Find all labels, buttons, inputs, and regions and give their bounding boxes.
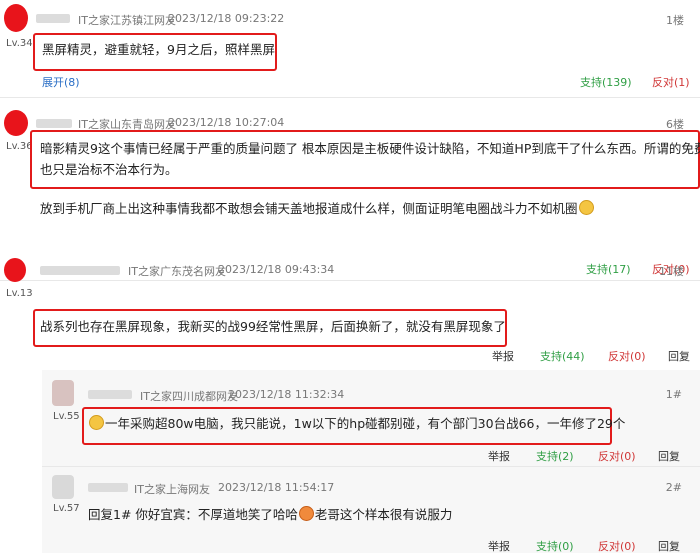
username-blurred[interactable] <box>88 390 132 399</box>
reply-location: IT之家上海网友 <box>134 483 210 496</box>
comment-time: 2023/12/18 10:27:04 <box>168 116 285 129</box>
username-blurred[interactable] <box>88 483 128 492</box>
reply-text: 一年采购超80w电脑，我只能说，1w以下的hp碰都别碰，有个部门30台战66，一… <box>105 416 626 431</box>
reply-floor: 2# <box>665 481 682 494</box>
reply-text-prefix: 回复1# 你好宜宾：不厚道地笑了哈哈 <box>88 507 298 522</box>
oppose-button[interactable]: 反对(0) <box>608 348 646 364</box>
user-level: Lv.34 <box>6 38 33 49</box>
username-blurred[interactable] <box>36 119 72 128</box>
reply-floor: 1# <box>665 388 682 401</box>
reply-text-row: 一年采购超80w电脑，我只能说，1w以下的hp碰都别碰，有个部门30台战66，一… <box>88 414 625 434</box>
username-blurred[interactable] <box>40 266 120 275</box>
floor-number: 1楼 <box>666 14 684 27</box>
support-button[interactable]: 支持(17) <box>586 261 631 277</box>
oppose-button[interactable]: 反对(0) <box>598 538 636 554</box>
avatar[interactable] <box>4 258 26 282</box>
user-level: Lv.36 <box>6 141 33 152</box>
reply-button[interactable]: 回复 <box>668 348 690 364</box>
avatar[interactable] <box>52 380 74 406</box>
comment-text-line1: 暗影精灵9这个事情已经属于严重的质量问题了 根本原因是主板硬件设计缺陷，不知道H… <box>40 141 700 156</box>
expand-replies-link[interactable]: 展开(8) <box>42 74 80 90</box>
user-level: Lv.57 <box>53 503 80 514</box>
comment-time: 2023/12/18 09:23:22 <box>168 12 285 25</box>
emoji-icon <box>89 415 104 430</box>
comment-location: IT之家江苏镇江网友 <box>78 14 176 27</box>
support-button[interactable]: 支持(139) <box>580 74 632 90</box>
reply-location: IT之家四川成都网友 <box>140 390 238 403</box>
oppose-button[interactable]: 反对(0) <box>598 448 636 464</box>
oppose-button[interactable]: 反对(1) <box>652 74 690 90</box>
user-level: Lv.13 <box>6 288 33 299</box>
comment-location: IT之家广东茂名网友 <box>128 265 226 278</box>
avatar[interactable] <box>52 475 74 499</box>
username-blurred[interactable] <box>36 14 70 23</box>
avatar[interactable] <box>4 4 28 32</box>
emoji-icon <box>578 200 594 215</box>
comment-text-extra: 放到手机厂商上出这种事情我都不敢想会铺天盖地报道成什么样，侧面证明笔电圈战斗力不… <box>40 199 595 219</box>
comment-time: 2023/12/18 09:43:34 <box>218 263 335 276</box>
divider <box>0 280 700 281</box>
comment-extra-text: 放到手机厂商上出这种事情我都不敢想会铺天盖地报道成什么样，侧面证明笔电圈战斗力不… <box>40 201 578 216</box>
support-button[interactable]: 支持(2) <box>536 448 574 464</box>
user-level: Lv.55 <box>53 411 80 422</box>
comment-text: 黑屏精灵，避重就轻，9月之后，照样黑屏 <box>42 42 275 57</box>
divider <box>0 97 700 98</box>
support-button[interactable]: 支持(44) <box>540 348 585 364</box>
comment-text: 战系列也存在黑屏现象，我新买的战99经常性黑屏，后面换新了，就没有黑屏现象了 <box>40 319 506 334</box>
reply-button[interactable]: 回复 <box>658 448 680 464</box>
report-button[interactable]: 举报 <box>488 538 510 554</box>
floor-number: 11楼 <box>659 265 684 278</box>
avatar[interactable] <box>4 110 28 136</box>
reply-button[interactable]: 回复 <box>658 538 680 554</box>
report-button[interactable]: 举报 <box>492 348 514 364</box>
reply-text-row: 回复1# 你好宜宾：不厚道地笑了哈哈 老哥这个样本很有说服力 <box>88 505 452 525</box>
divider <box>42 466 700 467</box>
comment-text-line2: 也只是治标不治本行为。 <box>40 162 178 177</box>
reply-time: 2023/12/18 11:32:34 <box>228 388 345 401</box>
reply-text-suffix: 老哥这个样本很有说服力 <box>314 507 453 522</box>
support-button[interactable]: 支持(0) <box>536 538 574 554</box>
reply-time: 2023/12/18 11:54:17 <box>218 481 335 494</box>
report-button[interactable]: 举报 <box>488 448 510 464</box>
emoji-icon <box>298 506 314 521</box>
